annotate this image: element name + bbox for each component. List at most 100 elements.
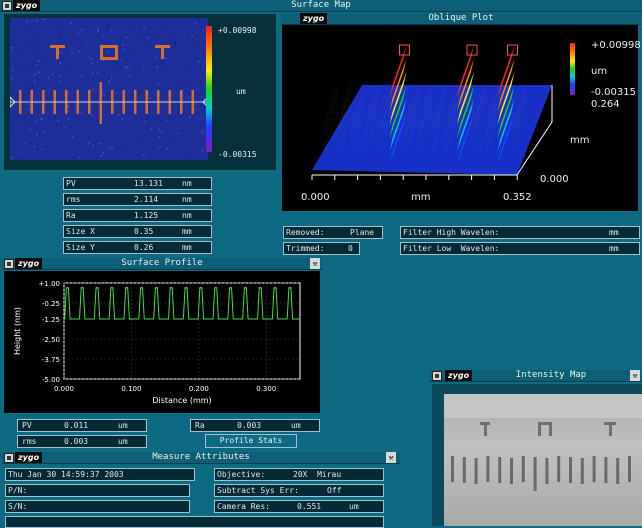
y-tick-label: -0.25 [42,300,60,308]
intensity-map-titlebar: zygo Intensity Map ⚒ [430,370,642,382]
surface-map-colorbar-unit: um [236,87,246,96]
profile-peak-point [156,287,158,289]
oblique-y-min: 0.000 [540,174,569,185]
stat-field: Size X 0.35 mm [63,225,212,238]
profile-chart: +1.00-0.25-1.25-2.50-3.75-5.000.0000.100… [4,271,320,413]
stat-label: PV [66,178,76,189]
serial-number-field[interactable]: S/N: [5,500,190,513]
stat-unit: nm [182,210,192,221]
stat-unit: nm [182,178,192,189]
oblique-y-unit: mm [570,135,589,146]
profile-rms-value: 0.003 [64,436,88,447]
y-tick-label: -3.75 [42,356,60,364]
surface-profile-title: Surface Profile [2,258,322,269]
measure-attributes-titlebar: zygo Measure Attributes ⚒ [2,452,400,464]
surface-map-colorbar [206,26,212,152]
profile-pv-value: 0.011 [64,420,88,431]
trimmed-value: 0 [348,243,353,254]
oblique-colorbar-unit: um [591,66,607,77]
measure-date-field: Thu Jan 30 14:59:37 2003 [5,468,195,481]
oblique-x-min: 0.000 [301,192,330,203]
removed-value: Plane [350,227,374,238]
profile-ra-field: Ra 0.003 um [190,419,320,432]
subtract-sys-err-label: Subtract Sys Err: [217,485,299,496]
filter-low-field: Filter Low Wavelen: mm [400,242,640,255]
x-tick-label: 0.100 [121,385,141,393]
stat-value: 13.131 [134,178,163,189]
wrench-icon[interactable]: ⚒ [630,370,640,381]
removed-field: Removed: Plane [283,226,383,239]
surface-map-title: Surface Map [0,0,642,11]
removed-label: Removed: [286,227,325,238]
oblique-plot-title: Oblique Plot [281,13,641,24]
stat-value: 0.35 [134,226,153,237]
oblique-y-max: 0.264 [591,99,620,110]
profile-ra-label: Ra [195,420,205,431]
profile-peak-point [259,287,261,289]
camera-res-label: Camera Res: [217,501,270,512]
filter-high-field: Filter High Wavelen: mm [400,226,640,239]
objective-field: Objective: 20X Mirau [214,468,384,481]
stat-label: Size X [66,226,95,237]
y-tick-label: -5.00 [42,376,60,384]
surface-map-image [10,18,208,160]
measure-date: Thu Jan 30 14:59:37 2003 [8,469,124,480]
camera-res-unit: um [349,501,359,512]
oblique-x-unit: mm [411,192,430,203]
objective-label: Objective: [217,469,265,480]
profile-peak-point [96,287,98,289]
profile-rms-label: rms [22,436,36,447]
profile-peak-point [111,287,113,289]
x-tick-label: 0.000 [54,385,74,393]
y-tick-label: -2.50 [42,336,60,344]
profile-peak-point [185,287,187,289]
filter-low-label: Filter Low Wavelen: [403,243,499,254]
stat-label: rms [66,194,80,205]
stat-field: rms 2.114 nm [63,193,212,206]
profile-pv-label: PV [22,420,32,431]
profile-peak-point [141,287,143,289]
stat-unit: nm [182,194,192,205]
intensity-map-image [444,394,642,526]
profile-stats-button[interactable]: Profile Stats [205,434,297,448]
profile-peak-point [170,287,172,289]
plot-frame [64,283,300,379]
stat-label: Size Y [66,242,95,253]
profile-peak-point [81,287,83,289]
profile-peak-point [200,287,202,289]
x-axis-label: Distance (mm) [152,396,211,405]
stat-field: Size Y0.26mm [63,241,212,254]
stat-field: PV 13.131 nm [63,177,212,190]
x-tick-label: 0.200 [189,385,209,393]
profile-peak-point [67,287,69,289]
objective-value: 20X Mirau [293,469,341,480]
oblique-colorbar-max: +0.00998 [591,40,641,51]
stat-value: 1.125 [134,210,158,221]
stat-unit: mm [182,226,192,237]
window-menu-icon[interactable] [432,371,442,381]
subtract-sys-err-field: Subtract Sys Err: Off [214,484,384,497]
stat-value: 0.26 [134,242,153,253]
wrench-icon[interactable]: ⚒ [386,452,396,463]
profile-peak-point [289,287,291,289]
stat-value: 2.114 [134,194,158,205]
x-tick-label: 0.300 [256,385,276,393]
profile-pv-field: PV 0.011 um [17,419,147,432]
oblique-plot-titlebar: zygo Oblique Plot [281,13,641,25]
surface-profile-titlebar: zygo Surface Profile ⚒ [2,258,322,270]
profile-peak-point [230,287,232,289]
part-number-field[interactable]: P/N: [5,484,190,497]
profile-peak-point [274,287,276,289]
profile-rms-unit: um [118,436,128,447]
profile-rms-field: rms 0.003 um [17,435,147,448]
subtract-sys-err-value: Off [327,485,341,496]
serial-number-label: S/N: [8,501,27,512]
measure-attributes-title: Measure Attributes [2,452,400,463]
intensity-map-title: Intensity Map [460,370,642,381]
profile-ra-unit: um [291,420,301,431]
y-axis-label: Height (nm) [13,307,22,355]
stat-label: Ra [66,210,76,221]
notes-field[interactable] [5,516,384,528]
profile-series-line [64,288,300,319]
wrench-icon[interactable]: ⚒ [310,258,320,269]
